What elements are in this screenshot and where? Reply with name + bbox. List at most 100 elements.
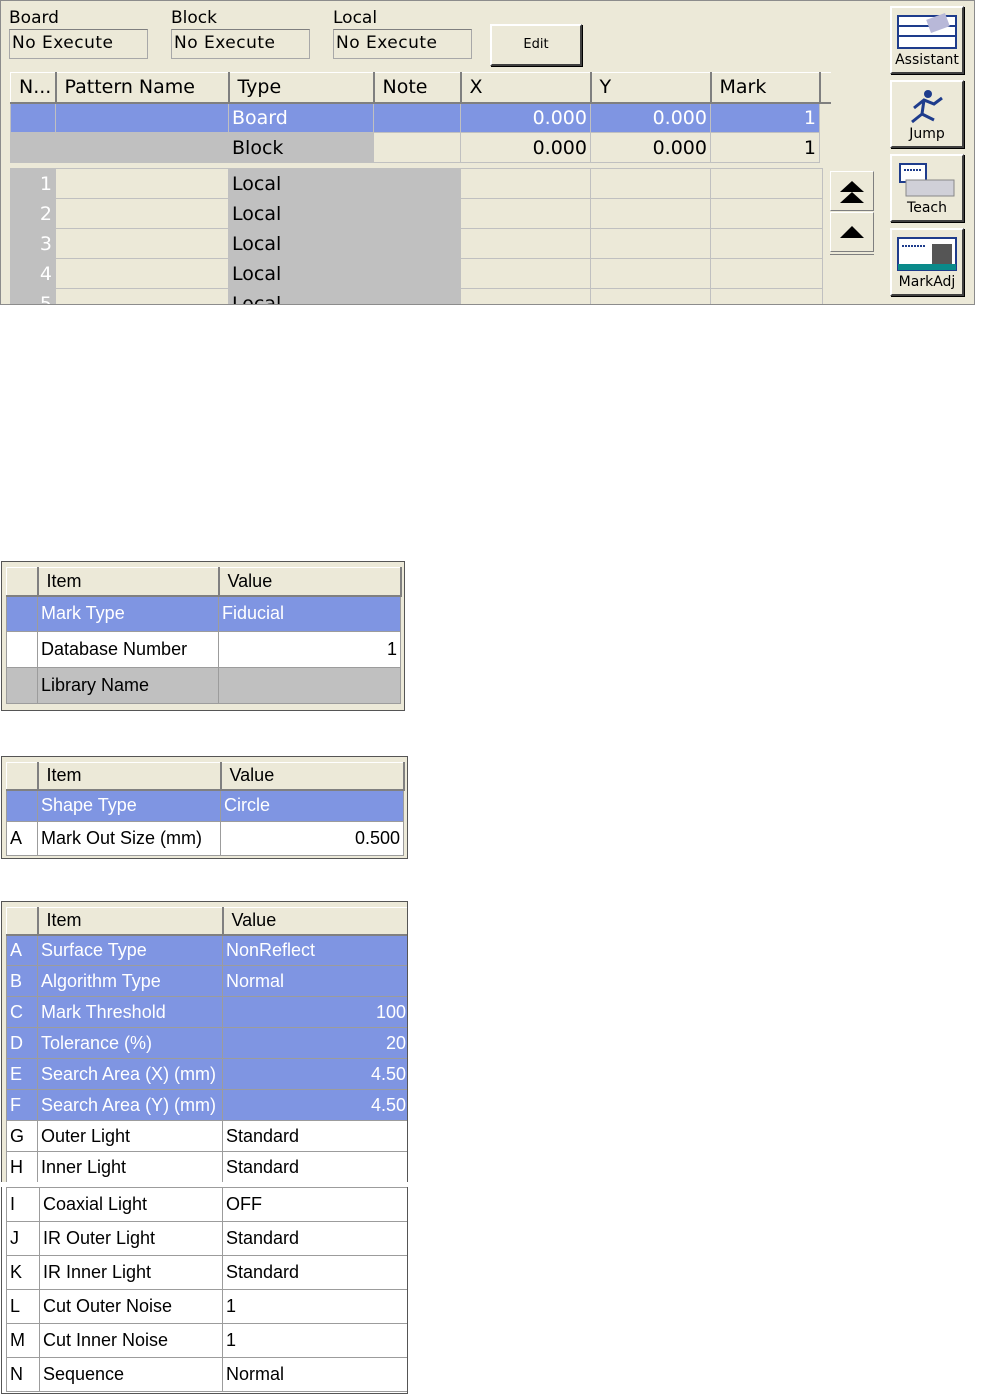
row-value[interactable]: 4.50 <box>222 1089 407 1121</box>
row-value[interactable]: 0.500 <box>220 821 404 856</box>
row-number: 1 <box>10 168 56 199</box>
row-value[interactable] <box>218 667 401 704</box>
cell-x[interactable] <box>460 288 591 304</box>
table-row[interactable]: G Outer Light Standard <box>6 1120 407 1152</box>
col-x[interactable]: X <box>460 72 592 104</box>
scrollbar[interactable] <box>826 168 874 304</box>
assistant-button[interactable]: Assistant <box>890 6 964 74</box>
row-value[interactable]: Standard <box>222 1221 407 1256</box>
col-y[interactable]: Y <box>590 72 712 104</box>
table-row[interactable]: 4 Local <box>10 258 823 289</box>
cell-mark[interactable] <box>710 228 823 259</box>
table-row[interactable]: I Coaxial Light OFF <box>6 1187 407 1222</box>
row-value[interactable]: 100 <box>222 996 407 1028</box>
row-key: M <box>6 1323 40 1358</box>
row-value[interactable]: OFF <box>222 1187 407 1222</box>
table-row[interactable]: 5 Local <box>10 288 823 304</box>
table-row[interactable]: A Surface Type NonReflect <box>6 934 407 966</box>
cell-note[interactable] <box>373 132 461 163</box>
col-mark[interactable]: Mark <box>710 72 821 104</box>
table-row[interactable]: N Sequence Normal <box>6 1357 407 1392</box>
scroll-track[interactable] <box>830 254 874 264</box>
row-value[interactable]: Normal <box>222 1357 407 1392</box>
table-row[interactable]: 3 Local <box>10 228 823 259</box>
table-row[interactable]: L Cut Outer Noise 1 <box>6 1289 407 1324</box>
row-value[interactable]: Normal <box>222 965 407 997</box>
cell-name[interactable] <box>55 102 229 133</box>
table-row[interactable]: Shape Type Circle <box>6 789 404 822</box>
table-row[interactable]: Mark Type Fiducial <box>6 595 401 632</box>
cell-x[interactable]: 0.000 <box>460 102 591 133</box>
edit-button[interactable]: Edit <box>490 24 582 66</box>
col-type[interactable]: Type <box>228 72 375 104</box>
col-pattern-name[interactable]: Pattern Name <box>55 72 230 104</box>
row-value[interactable]: Circle <box>220 789 404 822</box>
col-value[interactable]: Value <box>218 567 402 597</box>
table-row[interactable]: M Cut Inner Noise 1 <box>6 1323 407 1358</box>
row-value[interactable]: 20 <box>222 1027 407 1059</box>
jump-button[interactable]: Jump <box>890 80 964 148</box>
cell-y[interactable] <box>590 288 711 304</box>
col-no[interactable]: N... <box>10 72 57 104</box>
col-item[interactable]: Item <box>37 567 220 597</box>
table-row-board[interactable]: Board 0.000 0.000 1 <box>10 102 831 133</box>
cell-y[interactable] <box>590 168 711 199</box>
col-note[interactable]: Note <box>373 72 462 104</box>
table-header: N... Pattern Name Type Note X Y Mark <box>10 72 831 104</box>
cell-name[interactable] <box>55 258 229 289</box>
cell-y[interactable]: 0.000 <box>590 132 711 163</box>
cell-x[interactable] <box>460 258 591 289</box>
cell-y[interactable]: 0.000 <box>590 102 711 133</box>
teach-button[interactable]: Teach <box>890 154 964 222</box>
cell-name[interactable] <box>55 132 229 163</box>
cell-y[interactable] <box>590 228 711 259</box>
table-row[interactable]: B Algorithm Type Normal <box>6 965 407 997</box>
row-value[interactable]: 1 <box>222 1289 407 1324</box>
cell-note[interactable] <box>373 102 461 133</box>
cell-name[interactable] <box>55 228 229 259</box>
cell-name[interactable] <box>55 168 229 199</box>
row-value[interactable]: Standard <box>222 1120 407 1152</box>
cell-x[interactable]: 0.000 <box>460 132 591 163</box>
cell-mark[interactable] <box>710 168 823 199</box>
row-value[interactable]: 4.50 <box>222 1058 407 1090</box>
table-row[interactable]: F Search Area (Y) (mm) 4.50 <box>6 1089 407 1121</box>
col-value[interactable]: Value <box>220 762 405 791</box>
table-row[interactable]: D Tolerance (%) 20 <box>6 1027 407 1059</box>
cell-y[interactable] <box>590 198 711 229</box>
table-row[interactable]: Database Number 1 <box>6 631 401 668</box>
table-row[interactable]: H Inner Light Standard <box>6 1151 407 1182</box>
cell-x[interactable] <box>460 168 591 199</box>
cell-mark[interactable]: 1 <box>710 102 820 133</box>
table-row[interactable]: 1 Local <box>10 168 823 199</box>
row-value[interactable]: NonReflect <box>222 934 407 966</box>
markadj-button[interactable]: MarkAdj <box>890 228 964 296</box>
cell-name[interactable] <box>55 288 229 304</box>
cell-x[interactable] <box>460 198 591 229</box>
table-row[interactable]: Library Name <box>6 667 401 704</box>
cell-mark[interactable] <box>710 258 823 289</box>
table-row[interactable]: C Mark Threshold 100 <box>6 996 407 1028</box>
table-row[interactable]: A Mark Out Size (mm) 0.500 <box>6 821 404 856</box>
col-item[interactable]: Item <box>37 907 224 936</box>
row-value[interactable]: 1 <box>218 631 401 668</box>
table-row-block[interactable]: Block 0.000 0.000 1 <box>10 132 831 163</box>
cell-x[interactable] <box>460 228 591 259</box>
scroll-top-button[interactable] <box>830 171 874 211</box>
row-value[interactable]: 1 <box>222 1323 407 1358</box>
table-row[interactable]: E Search Area (X) (mm) 4.50 <box>6 1058 407 1090</box>
cell-mark[interactable] <box>710 198 823 229</box>
row-value[interactable]: Standard <box>222 1255 407 1290</box>
col-value[interactable]: Value <box>222 907 407 936</box>
table-row[interactable]: 2 Local <box>10 198 823 229</box>
scroll-up-button[interactable] <box>830 212 874 252</box>
table-row[interactable]: K IR Inner Light Standard <box>6 1255 407 1290</box>
row-value[interactable]: Fiducial <box>218 595 401 632</box>
table-row[interactable]: J IR Outer Light Standard <box>6 1221 407 1256</box>
cell-name[interactable] <box>55 198 229 229</box>
cell-mark[interactable] <box>710 288 823 304</box>
col-item[interactable]: Item <box>37 762 222 791</box>
cell-mark[interactable]: 1 <box>710 132 820 163</box>
cell-y[interactable] <box>590 258 711 289</box>
row-value[interactable]: Standard <box>222 1151 407 1182</box>
